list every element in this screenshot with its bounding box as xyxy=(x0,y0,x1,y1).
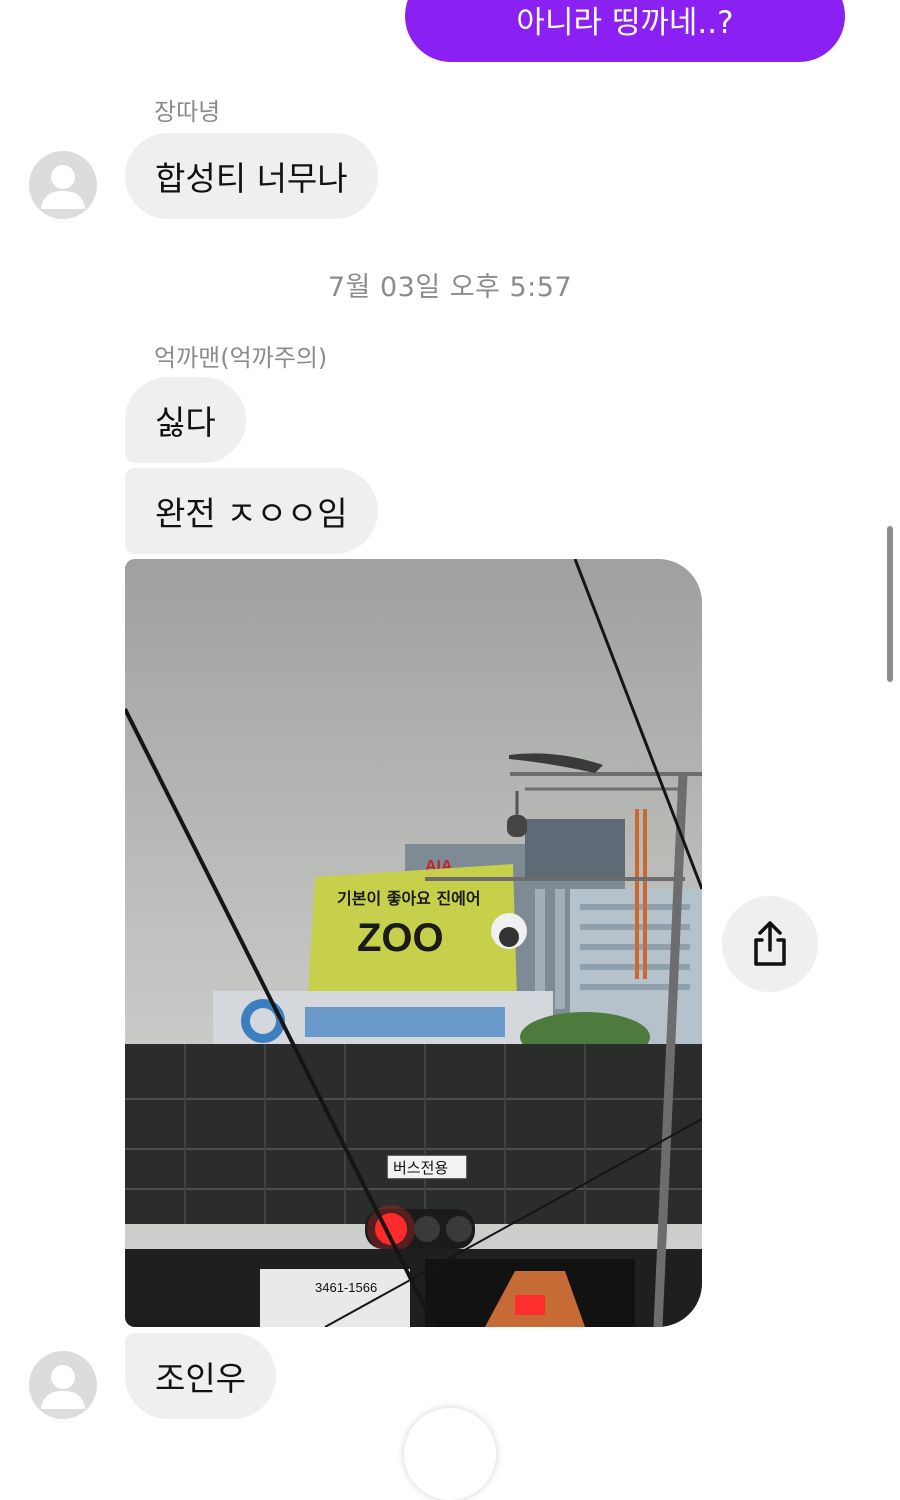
outgoing-message-text: 아니라 띵까네..? xyxy=(516,5,734,41)
photo-message[interactable]: AIA 기본이 좋아요 진에어 ZOO 버스전용 3461-1566 xyxy=(125,559,702,1327)
sender-avatar[interactable] xyxy=(29,151,97,219)
scrollbar-thumb[interactable] xyxy=(887,526,893,682)
outgoing-message-bubble[interactable]: 아니라 띵까네..? xyxy=(405,0,845,62)
incoming-message-text: 조인우 xyxy=(155,1359,247,1398)
sender-name: 억까맨(억까주의) xyxy=(154,344,328,372)
incoming-message-bubble[interactable]: 싫다 xyxy=(125,377,246,463)
share-icon xyxy=(754,921,786,966)
sender-name: 장따녕 xyxy=(154,98,221,126)
incoming-message-text: 싫다 xyxy=(155,403,216,442)
incoming-message-bubble[interactable]: 완전 ㅈㅇㅇ임 xyxy=(125,468,378,554)
default-avatar-icon xyxy=(41,1365,85,1409)
phone-sign: 3461-1566 xyxy=(315,1280,377,1295)
message-timestamp: 7월 03일 오후 5:57 xyxy=(327,272,573,303)
billboard-line1: 기본이 좋아요 진에어 xyxy=(337,889,481,908)
incoming-message-bubble[interactable]: 합성티 너무나 xyxy=(125,133,378,219)
incoming-message-text: 완전 ㅈㅇㅇ임 xyxy=(155,494,348,533)
incoming-message-text: 합성티 너무나 xyxy=(155,159,348,198)
incoming-message-bubble[interactable]: 조인우 xyxy=(125,1333,277,1419)
share-button[interactable] xyxy=(722,896,818,992)
bus-only-sign: 버스전용 xyxy=(393,1159,448,1177)
billboard-big-text: ZOO xyxy=(357,916,444,960)
scroll-to-bottom-button[interactable] xyxy=(404,1408,496,1500)
street-photo: AIA 기본이 좋아요 진에어 ZOO 버스전용 3461-1566 xyxy=(125,559,702,1327)
default-avatar-icon xyxy=(41,165,85,209)
sender-avatar[interactable] xyxy=(29,1351,97,1419)
